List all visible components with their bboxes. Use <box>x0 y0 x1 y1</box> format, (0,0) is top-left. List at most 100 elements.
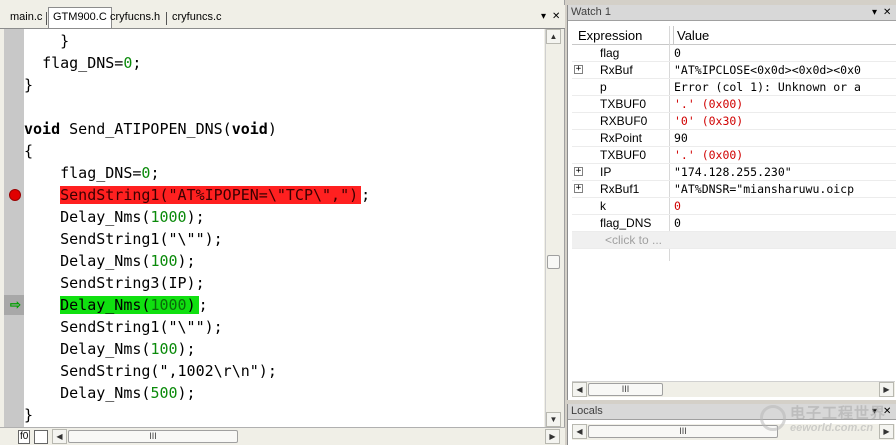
watch-value[interactable]: "174.128.255.230" <box>674 164 894 181</box>
tab-gtm900-c[interactable]: GTM900.C <box>48 7 112 28</box>
watch-row[interactable]: + RxBuf "AT%IPCLOSE<0x0d><0x0d><0x0 <box>572 62 896 79</box>
breakpoint-line-highlight: SendString1("AT%IPOPEN=\"TCP\",") <box>60 186 362 204</box>
add-watch-row[interactable]: <click to ... <box>572 232 896 249</box>
code-line[interactable]: Delay_Nms(100); <box>24 339 195 359</box>
watch-row[interactable]: TXBUF0 '.' (0x00) <box>572 147 896 164</box>
scroll-left-icon[interactable]: ◀ <box>572 424 587 439</box>
tab-cryfucns-h[interactable]: cryfucns.h <box>106 8 164 27</box>
code-editor-pane: main.c GTM900.C cryfucns.h cryfuncs.c ▾ … <box>0 0 565 445</box>
code-line[interactable]: } <box>24 405 33 425</box>
close-watch-icon[interactable]: ✕ <box>883 6 891 20</box>
scroll-up-icon[interactable]: ▲ <box>546 29 561 44</box>
close-file-icon[interactable]: ✕ <box>552 10 560 24</box>
watch-expression[interactable]: p <box>600 79 607 96</box>
editor-vscroll-thumb[interactable] <box>547 255 560 269</box>
watch-row[interactable]: + IP "174.128.255.230" <box>572 164 896 181</box>
editor-status-bar: f0 ◀ III ▶ <box>0 427 565 445</box>
breakpoint-icon[interactable] <box>9 189 21 201</box>
watch-expression[interactable]: flag_DNS <box>600 215 651 232</box>
tab-list-dropdown-icon[interactable]: ▾ <box>541 10 546 24</box>
watch-title-bar[interactable]: Watch 1 ▾ ✕ <box>568 5 896 21</box>
code-line[interactable]: SendString(",1002\r\n"); <box>24 361 277 381</box>
tab-main-c[interactable]: main.c <box>6 8 46 27</box>
watch-value[interactable]: "AT%DNSR="miansharuwu.oicp <box>674 181 894 198</box>
editor-vertical-scrollbar[interactable]: ▲ ▼ <box>545 29 561 427</box>
scroll-left-icon[interactable]: ◀ <box>572 382 587 397</box>
expand-icon[interactable]: + <box>574 65 583 74</box>
watch-row[interactable]: flag 0 <box>572 45 896 62</box>
keyword: void <box>24 120 61 138</box>
watch-expression[interactable]: RxBuf1 <box>600 181 639 198</box>
watch-expression[interactable]: RxPoint <box>600 130 642 147</box>
function-mode-indicator[interactable]: f0 <box>18 430 31 444</box>
watch-value[interactable]: Error (col 1): Unknown or a <box>674 79 894 96</box>
code-line[interactable]: SendString1("\""); <box>24 317 223 337</box>
watch-value[interactable]: 0 <box>674 215 894 232</box>
watch-expression[interactable]: RXBUF0 <box>600 113 647 130</box>
watch-row[interactable]: TXBUF0 '.' (0x00) <box>572 96 896 113</box>
numeric-literal: 0 <box>123 54 133 72</box>
watch-expression[interactable]: k <box>600 198 606 215</box>
code-area[interactable]: } flag_DNS=0;} void Send_ATIPOPEN_DNS(voi… <box>24 29 544 427</box>
tab-cryfuncs-c[interactable]: cryfuncs.c <box>168 8 226 27</box>
watch-expression[interactable]: RxBuf <box>600 62 633 79</box>
watch-expression[interactable]: IP <box>600 164 611 181</box>
watch-expression[interactable]: TXBUF0 <box>600 96 646 113</box>
code-line[interactable]: Delay_Nms(100); <box>24 251 195 271</box>
pin-dropdown-icon[interactable]: ▾ <box>872 6 877 20</box>
scroll-right-icon[interactable]: ▶ <box>879 382 894 397</box>
numeric-literal: 100 <box>150 252 178 270</box>
keyword: void <box>231 120 268 138</box>
code-line[interactable]: SendString3(IP); <box>24 273 205 293</box>
watch-value[interactable]: 0 <box>674 198 894 215</box>
current-line-highlight: Delay_Nms(1000) <box>60 296 199 314</box>
watch-row[interactable]: + RxBuf1 "AT%DNSR="miansharuwu.oicp <box>572 181 896 198</box>
watch-hscroll-thumb[interactable]: III <box>588 383 663 396</box>
code-line[interactable]: flag_DNS=0; <box>24 163 159 183</box>
watch-value[interactable]: "AT%IPCLOSE<0x0d><0x0d><0x0 <box>674 62 894 79</box>
numeric-literal: 100 <box>150 340 178 358</box>
code-line[interactable]: void Send_ATIPOPEN_DNS(void) <box>24 119 277 139</box>
watch-row[interactable]: p Error (col 1): Unknown or a <box>572 79 896 96</box>
numeric-literal: 1000 <box>150 296 187 314</box>
editor-mode-toggle[interactable] <box>34 430 48 444</box>
column-header-expression[interactable]: Expression <box>575 26 673 45</box>
watch-expression[interactable]: TXBUF0 <box>600 147 646 164</box>
scroll-down-icon[interactable]: ▼ <box>546 412 561 427</box>
code-line[interactable]: Delay_Nms(1000); <box>24 295 208 315</box>
code-line[interactable]: { <box>24 141 33 161</box>
scroll-left-icon[interactable]: ◀ <box>52 429 67 444</box>
expand-icon[interactable]: + <box>574 167 583 176</box>
watch-value[interactable]: 0 <box>674 45 894 62</box>
watch-value[interactable]: '.' (0x00) <box>674 96 894 113</box>
watch-value[interactable]: '.' (0x00) <box>674 147 894 164</box>
watch-value[interactable]: '0' (0x30) <box>674 113 894 130</box>
eeworld-logo-icon <box>760 405 786 431</box>
scroll-right-icon[interactable]: ▶ <box>545 429 560 444</box>
editor-hscroll-thumb[interactable]: III <box>68 430 238 443</box>
watch-value[interactable]: 90 <box>674 130 894 147</box>
code-line[interactable]: SendString1("\""); <box>24 229 223 249</box>
expand-icon[interactable]: + <box>574 184 583 193</box>
locals-hscroll-thumb[interactable]: III <box>588 425 778 438</box>
watch-expression[interactable]: flag <box>600 45 619 62</box>
watch-row[interactable]: RxPoint 90 <box>572 130 896 147</box>
editor-horizontal-scrollbar[interactable]: ◀ III ▶ <box>52 429 562 445</box>
watch-title: Watch 1 <box>571 6 611 18</box>
watch-window: Watch 1 ▾ ✕ Expression Value flag 0 + RxBuf… <box>567 5 896 400</box>
watch-row[interactable]: RXBUF0 '0' (0x30) <box>572 113 896 130</box>
column-header-value[interactable]: Value <box>673 26 893 45</box>
watch-horizontal-scrollbar[interactable]: ◀ III ▶ <box>572 381 895 397</box>
watermark-en: eeworld.com.cn <box>790 422 874 434</box>
current-instruction-arrow-icon: ⇨ <box>10 297 21 312</box>
code-line[interactable]: Delay_Nms(1000); <box>24 207 205 227</box>
code-line[interactable]: SendString1("AT%IPOPEN=\"TCP\","); <box>24 185 370 205</box>
code-line[interactable]: Delay_Nms(500); <box>24 383 195 403</box>
add-watch-placeholder[interactable]: <click to ... <box>605 232 662 249</box>
code-line[interactable]: } <box>24 75 33 95</box>
code-line[interactable]: flag_DNS=0; <box>24 53 141 73</box>
watch-row[interactable]: k0 <box>572 198 896 215</box>
watch-row[interactable]: flag_DNS 0 <box>572 215 896 232</box>
editor-gutter[interactable]: ⇨ <box>4 29 24 427</box>
code-line[interactable]: } <box>24 31 69 51</box>
